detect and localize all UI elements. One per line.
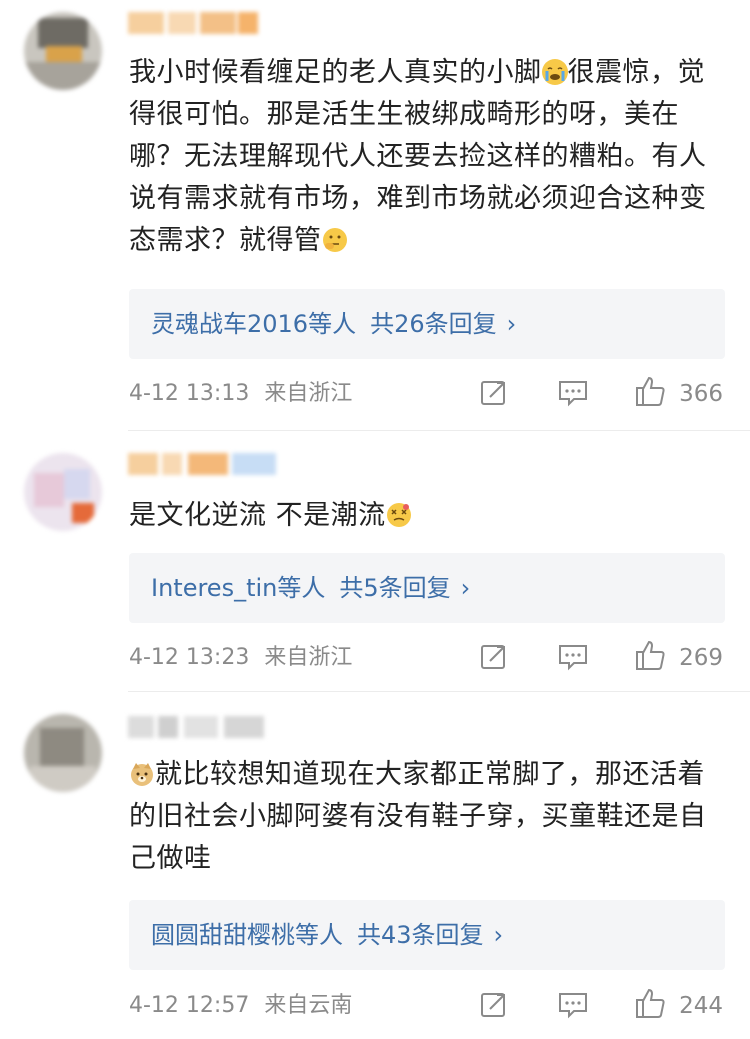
like-icon[interactable] — [634, 374, 668, 422]
like-count: 366 — [679, 381, 723, 407]
like-count: 269 — [679, 645, 723, 671]
chevron-right-icon: › — [506, 310, 517, 338]
comment-time: 4-12 13:23 — [129, 645, 250, 670]
reply-summary[interactable]: 灵魂战车2016等人 共26条回复 › — [129, 289, 725, 359]
thinking-emoji-icon — [322, 227, 348, 253]
comment-icon[interactable] — [557, 990, 589, 1034]
doge-emoji-icon — [129, 761, 155, 787]
comment-text: 是文化逆流 不是潮流 — [129, 495, 729, 537]
comment-meta: 4-12 13:23 来自浙江 269 — [129, 638, 729, 678]
comment-meta: 4-12 12:57 来自云南 244 — [129, 986, 729, 1026]
comment-item: 就比较想知道现在大家都正常脚了，那还活着的旧社会小脚阿婆有没有鞋子穿，买童鞋还是… — [0, 692, 750, 1039]
like-icon[interactable] — [634, 638, 668, 686]
username[interactable] — [128, 453, 278, 479]
repost-icon[interactable] — [479, 990, 509, 1034]
dizzy-emoji-icon — [386, 502, 412, 528]
repost-icon[interactable] — [479, 642, 509, 686]
reply-users: 灵魂战车2016等人 — [151, 310, 357, 338]
comment-meta: 4-12 13:13 来自浙江 366 — [129, 374, 729, 414]
reply-summary[interactable]: 圆圆甜甜樱桃等人 共43条回复 › — [129, 900, 725, 970]
comment-text: 我小时候看缠足的老人真实的小脚 很震惊，觉得很可怕。那是活生生被绑成畸形的呀，美在… — [129, 57, 707, 256]
comment-time: 4-12 13:13 — [129, 381, 250, 406]
reply-summary[interactable]: Interes_tin等人 共5条回复 › — [129, 553, 725, 623]
chevron-right-icon: › — [460, 574, 471, 602]
comment-location: 来自浙江 — [264, 381, 353, 406]
comment-item: 我小时候看缠足的老人真实的小脚 很震惊，觉得很可怕。那是活生生被绑成畸形的呀，美在… — [0, 0, 750, 430]
comment-text: 就比较想知道现在大家都正常脚了，那还活着的旧社会小脚阿婆有没有鞋子穿，买童鞋还是… — [129, 759, 707, 874]
chevron-right-icon: › — [493, 921, 504, 949]
username[interactable] — [128, 716, 278, 742]
reply-count: 共26条回复 — [370, 310, 497, 338]
comment-location: 来自云南 — [264, 993, 353, 1018]
reply-count: 共43条回复 — [357, 921, 484, 949]
crying-emoji-icon — [541, 59, 568, 85]
avatar[interactable] — [24, 453, 102, 531]
reply-users: 圆圆甜甜樱桃等人 — [151, 921, 343, 949]
comment-icon[interactable] — [557, 642, 589, 686]
comment-location: 来自浙江 — [264, 645, 353, 670]
comment-icon[interactable] — [557, 378, 589, 422]
reply-users: Interes_tin等人 — [151, 574, 326, 602]
repost-icon[interactable] — [479, 378, 509, 422]
comment-item: 是文化逆流 不是潮流 Interes_tin等人 共5条回复 › 4-12 13:2… — [0, 431, 750, 691]
like-icon[interactable] — [634, 986, 668, 1034]
username[interactable] — [128, 12, 278, 38]
comment-time: 4-12 12:57 — [129, 993, 250, 1018]
like-count: 244 — [679, 993, 723, 1019]
avatar[interactable] — [24, 714, 102, 792]
avatar[interactable] — [24, 12, 102, 90]
reply-count: 共5条回复 — [339, 574, 451, 602]
